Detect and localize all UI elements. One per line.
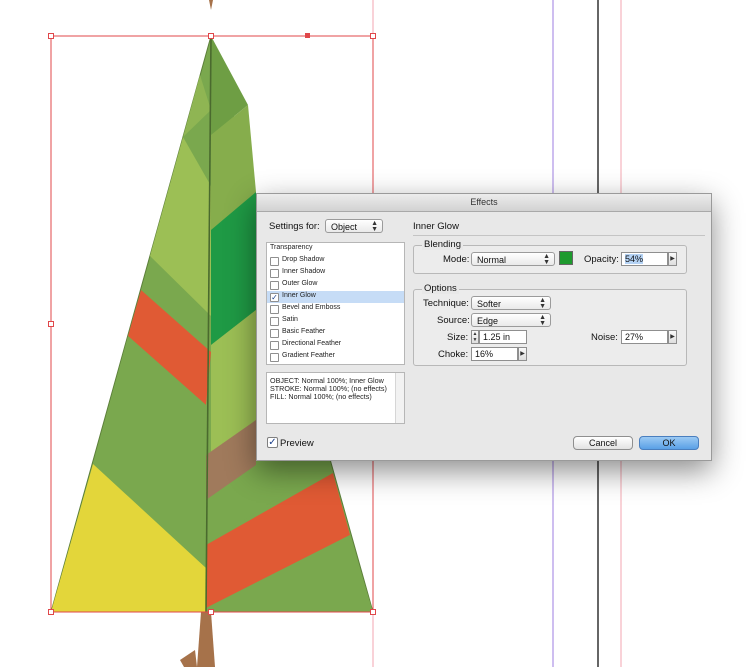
handle-top-center[interactable] [208,33,214,39]
source-value: Edge [477,316,499,326]
effects-list-item-inner-shadow[interactable]: Inner Shadow [267,267,404,279]
handle-bottom-right[interactable] [370,609,376,615]
effects-dialog: Effects Settings for: Object ▲ ▼ Transpar… [256,193,712,461]
choke-value: 16% [475,349,494,359]
basic-feather-checkbox[interactable] [270,329,279,338]
effects-list-label: Transparency [270,244,313,251]
top-stem [209,0,213,10]
noise-value: 27% [625,332,644,342]
dialog-title: Effects [470,197,498,207]
effects-list-item-gradient-feather[interactable]: Gradient Feather [267,351,404,363]
effect-section-title: Inner Glow [413,221,459,232]
root-left [180,650,197,667]
choke-field[interactable]: 16% [471,347,518,361]
opacity-value: 54% [625,254,644,264]
source-label: Source: [437,315,470,326]
section-divider [413,235,705,236]
effects-list-label: Inner Glow [282,292,316,299]
mode-select[interactable]: Normal ▲ ▼ [471,252,555,266]
handle-top-right[interactable] [370,33,376,39]
size-field[interactable]: 1.25 in [479,330,527,344]
noise-stepper-arrow-icon[interactable]: ▶ [668,330,677,344]
noise-field[interactable]: 27% [621,330,668,344]
effects-list-item-bevel-emboss[interactable]: Bevel and Emboss [267,303,404,315]
gradient-feather-checkbox[interactable] [270,353,279,362]
source-select[interactable]: Edge ▲ ▼ [471,313,551,327]
handle-middle-left[interactable] [48,321,54,327]
effects-list-item-basic-feather[interactable]: Basic Feather [267,327,404,339]
effects-list-label: Satin [282,316,298,323]
effects-list-item-outer-glow[interactable]: Outer Glow [267,279,404,291]
effects-list-label: Inner Shadow [282,268,326,275]
noise-label: Noise: [591,332,618,343]
glow-color-swatch[interactable] [559,251,573,265]
select-arrows-icon: ▲ ▼ [543,253,550,266]
technique-select[interactable]: Softer ▲ ▼ [471,296,551,310]
directional-feather-checkbox[interactable] [270,341,279,350]
effects-summary: OBJECT: Normal 100%; Inner Glow STROKE: … [266,372,405,424]
mode-value: Normal [477,255,507,265]
handle-bottom-left[interactable] [48,609,54,615]
size-value: 1.25 in [483,332,511,342]
effects-list-item-directional-feather[interactable]: Directional Feather [267,339,404,351]
inner-glow-checkbox[interactable]: ✓ [270,293,279,302]
effects-list-item-inner-glow[interactable]: ✓ Inner Glow [267,291,404,303]
options-group-title: Options [422,283,459,294]
handle-top-left[interactable] [48,33,54,39]
satin-checkbox[interactable] [270,317,279,326]
effects-list-label: Gradient Feather [282,352,335,359]
effects-list-item-satin[interactable]: Satin [267,315,404,327]
effects-list-label: Drop Shadow [282,256,325,263]
dialog-titlebar[interactable]: Effects [257,194,711,212]
opacity-label: Opacity: [584,254,619,265]
settings-for-value: Object [331,222,358,232]
blending-group-title: Blending [422,239,463,250]
drop-shadow-checkbox[interactable] [270,257,279,266]
effects-list-item-transparency[interactable]: Transparency [267,243,404,255]
settings-for-select[interactable]: Object ▲ ▼ [325,219,383,233]
opacity-field[interactable]: 54% [621,252,668,266]
choke-label: Choke: [438,349,469,360]
technique-value: Softer [477,299,502,309]
summary-scrollbar[interactable] [395,373,404,423]
select-arrows-icon: ▲ ▼ [371,220,378,233]
technique-label: Technique: [423,298,469,309]
size-label: Size: [447,332,469,343]
settings-for-label: Settings for: [269,221,320,232]
preview-checkbox[interactable]: ✓ [267,437,278,448]
select-arrows-icon: ▲ ▼ [539,297,546,310]
handle-bottom-center[interactable] [208,609,214,615]
select-arrows-icon: ▲ ▼ [539,314,546,327]
ok-button[interactable]: OK [639,436,699,450]
choke-stepper-arrow-icon[interactable]: ▶ [518,347,527,361]
effects-list-label: Bevel and Emboss [282,304,341,311]
mode-label: Mode: [443,254,470,265]
effects-list-item-drop-shadow[interactable]: Drop Shadow [267,255,404,267]
summary-fill-line: FILL: Normal 100%; (no effects) [270,392,372,401]
opacity-stepper-arrow-icon[interactable]: ▶ [668,252,677,266]
preview-label: Preview [280,438,314,449]
effects-list-label: Directional Feather [282,340,342,347]
effects-list-label: Basic Feather [282,328,326,335]
cancel-button[interactable]: Cancel [573,436,633,450]
bevel-emboss-checkbox[interactable] [270,305,279,314]
tree-trunk [197,612,215,667]
outer-glow-checkbox[interactable] [270,281,279,290]
size-stepper-icon[interactable]: ▲ ▼ [471,330,479,344]
inner-shadow-checkbox[interactable] [270,269,279,278]
effects-list-label: Outer Glow [282,280,318,287]
effects-list: Transparency Drop Shadow Inner Shadow Ou… [266,242,405,365]
frame-corner-marker[interactable] [305,33,310,38]
